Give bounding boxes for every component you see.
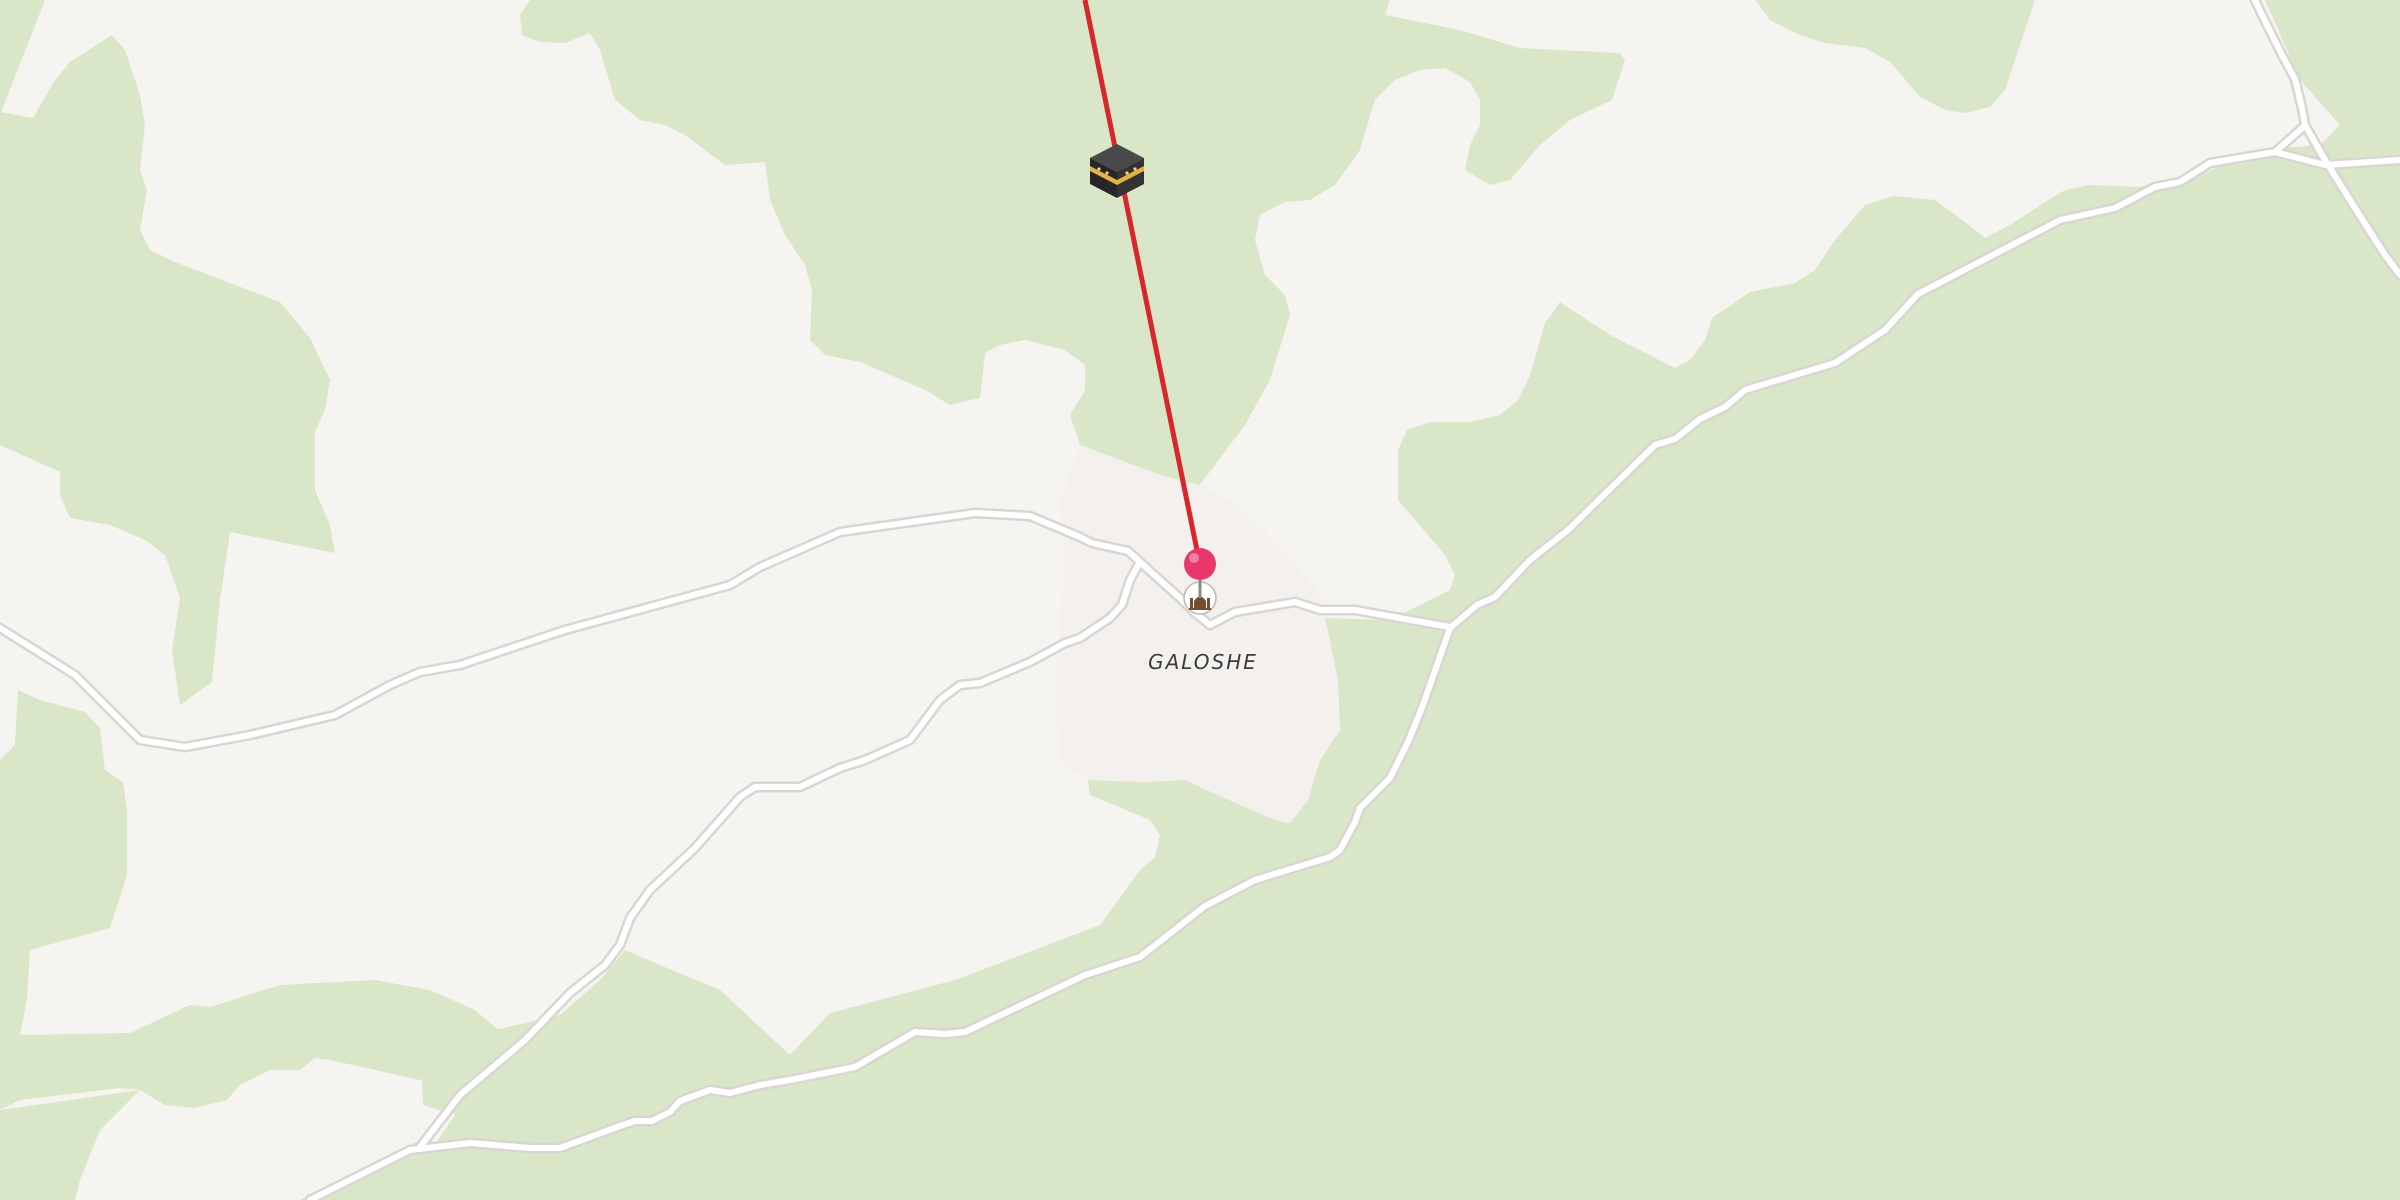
place-label: GALOSHE [1148,650,1258,674]
map-layers [0,0,2400,1200]
map-canvas[interactable]: GALOSHE [0,0,2400,1200]
